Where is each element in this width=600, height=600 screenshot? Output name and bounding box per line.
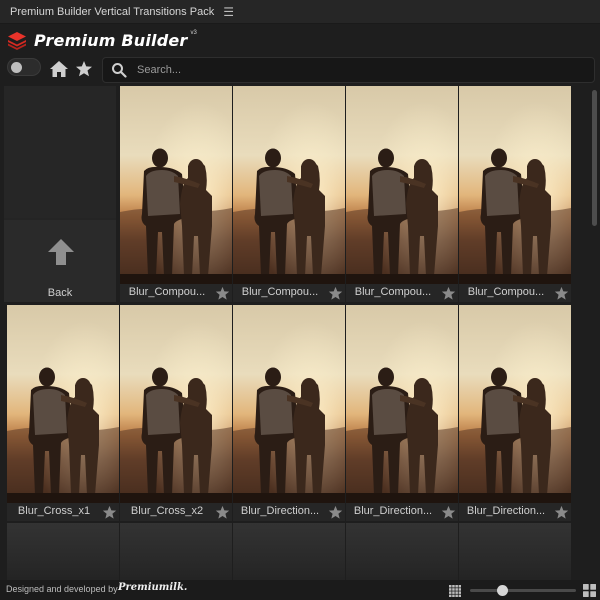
hamburger-menu-icon[interactable]: ☰ — [223, 5, 234, 19]
transition-tile[interactable]: Blur_Compou... — [346, 86, 458, 302]
transition-label: Blur_Compou... — [467, 286, 545, 298]
transition-tile[interactable]: Blur_Cross_x1 — [7, 305, 119, 521]
transition-tile-partial[interactable] — [459, 523, 571, 580]
transition-label: Blur_Compou... — [354, 286, 432, 298]
footer: Designed and developed by Premiumilk. — [0, 580, 600, 600]
favorite-star-icon[interactable] — [102, 505, 117, 520]
premium-builder-logo-icon — [8, 32, 26, 50]
transition-tile[interactable]: Blur_Direction... — [233, 305, 345, 521]
window-title-bar: Premium Builder Vertical Transitions Pac… — [0, 0, 600, 24]
window-title: Premium Builder Vertical Transitions Pac… — [10, 5, 215, 18]
transition-label: Blur_Compou... — [241, 286, 319, 298]
developer-brand[interactable]: Premiumilk. — [118, 582, 187, 593]
transition-label: Blur_Compou... — [128, 286, 206, 298]
favorite-star-icon[interactable] — [215, 505, 230, 520]
transition-thumbnail — [120, 86, 232, 284]
transition-label: Blur_Direction... — [466, 505, 546, 517]
back-tile-top — [4, 86, 116, 218]
large-grid-icon[interactable] — [583, 584, 596, 597]
transition-label: Blur_Direction... — [353, 505, 433, 517]
favorite-star-icon[interactable] — [328, 505, 343, 520]
favorite-star-icon[interactable] — [328, 286, 343, 301]
favorite-star-icon[interactable] — [441, 505, 456, 520]
transition-thumbnail — [233, 305, 345, 503]
credit-text: Designed and developed by — [6, 584, 118, 594]
zoom-slider[interactable] — [470, 585, 576, 596]
transition-thumbnail — [7, 305, 119, 503]
brand-name: Premium Builder — [34, 30, 188, 50]
small-grid-icon[interactable] — [449, 585, 461, 597]
transition-thumbnail — [346, 305, 458, 503]
transition-tile-partial[interactable] — [346, 523, 458, 580]
toolbar — [0, 56, 600, 84]
transition-tile[interactable]: Blur_Compou... — [120, 86, 232, 302]
transition-tile-partial[interactable] — [120, 523, 232, 580]
brand-version: v3 — [190, 30, 197, 36]
scrollbar-thumb[interactable] — [592, 90, 597, 226]
arrow-up-icon — [48, 239, 74, 265]
transition-label: Blur_Cross_x1 — [17, 505, 91, 517]
home-icon[interactable] — [49, 60, 69, 78]
search-input[interactable] — [137, 64, 594, 76]
toggle-switch[interactable] — [7, 58, 41, 76]
transition-tile[interactable]: Blur_Compou... — [459, 86, 571, 302]
transition-tile[interactable]: Blur_Cross_x2 — [120, 305, 232, 521]
transition-tile-partial[interactable] — [233, 523, 345, 580]
favorite-star-icon[interactable] — [554, 505, 569, 520]
favorite-star-icon[interactable] — [554, 286, 569, 301]
transition-tile[interactable]: Blur_Direction... — [459, 305, 571, 521]
favorite-star-icon[interactable] — [441, 286, 456, 301]
transition-thumbnail — [233, 86, 345, 284]
zoom-slider-handle[interactable] — [497, 585, 508, 596]
transition-label: Blur_Cross_x2 — [130, 505, 204, 517]
transition-tile[interactable]: Blur_Direction... — [346, 305, 458, 521]
favorite-star-icon[interactable] — [215, 286, 230, 301]
transitions-grid: Back Blur_Compou... Blur_Compou... Blur_… — [0, 86, 588, 580]
transition-thumbnail — [459, 305, 571, 503]
search-box[interactable] — [102, 57, 595, 83]
transition-tile[interactable]: Blur_Compou... — [233, 86, 345, 302]
back-button[interactable]: Back — [4, 86, 116, 302]
search-icon — [112, 63, 127, 78]
transition-thumbnail — [346, 86, 458, 284]
star-icon[interactable] — [75, 60, 93, 78]
back-label: Back — [47, 287, 73, 299]
transition-thumbnail — [459, 86, 571, 284]
transition-thumbnail — [120, 305, 232, 503]
brand-header: Premium Builder v3 — [6, 28, 197, 52]
transition-tile-partial[interactable] — [7, 523, 119, 580]
toggle-knob — [11, 62, 22, 73]
transition-label: Blur_Direction... — [240, 505, 320, 517]
